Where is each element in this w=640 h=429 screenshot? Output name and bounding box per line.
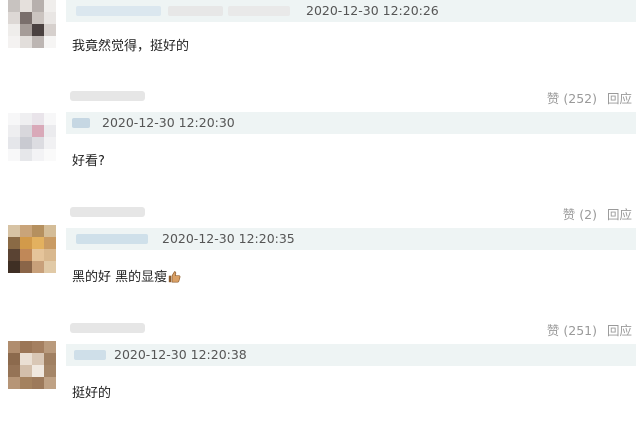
avatar[interactable] [8, 0, 56, 48]
comment-timestamp: 2020-12-30 12:20:30 [102, 115, 235, 130]
username-blurred[interactable] [70, 91, 145, 101]
comment-text: 我竟然觉得，挺好的 [72, 39, 190, 54]
username-blurred[interactable] [74, 350, 106, 360]
username-blurred [168, 6, 223, 16]
comment-text: 好看? [72, 154, 105, 169]
username-blurred [228, 6, 290, 16]
comment-item: 2020-12-30 12:20:38 挺好的 [0, 320, 640, 429]
comment-meta-bar: 2020-12-30 12:20:35 [66, 228, 636, 250]
comment-item: 2020-12-30 12:20:35 黑的好 黑的显瘦 赞 (251) 回应 [0, 204, 640, 338]
avatar[interactable] [8, 113, 56, 161]
comment-item: 2020-12-30 12:20:26 我竟然觉得，挺好的 赞 (252) 回应 [0, 0, 640, 106]
username-blurred[interactable] [72, 118, 90, 128]
comment-timestamp: 2020-12-30 12:20:35 [162, 231, 295, 246]
comment-meta-bar: 2020-12-30 12:20:38 [66, 344, 636, 366]
comment-timestamp: 2020-12-30 12:20:26 [306, 3, 439, 18]
comment-meta-bar: 2020-12-30 12:20:26 [66, 0, 636, 22]
username-blurred[interactable] [76, 234, 148, 244]
avatar[interactable] [8, 341, 56, 389]
comment-timestamp: 2020-12-30 12:20:38 [114, 347, 247, 362]
thumbs-up-icon [168, 271, 181, 283]
comment-meta-bar: 2020-12-30 12:20:30 [66, 112, 636, 134]
comment-text: 黑的好 黑的显瘦 [72, 266, 181, 285]
comment-text: 挺好的 [72, 386, 112, 401]
username-blurred[interactable] [76, 6, 161, 16]
comment-text-content: 黑的好 黑的显瘦 [72, 270, 168, 285]
avatar[interactable] [8, 225, 56, 273]
comment-item: 2020-12-30 12:20:30 好看? 赞 (2) 回应 [0, 88, 640, 222]
username-blurred[interactable] [70, 323, 145, 333]
username-blurred[interactable] [70, 207, 145, 217]
